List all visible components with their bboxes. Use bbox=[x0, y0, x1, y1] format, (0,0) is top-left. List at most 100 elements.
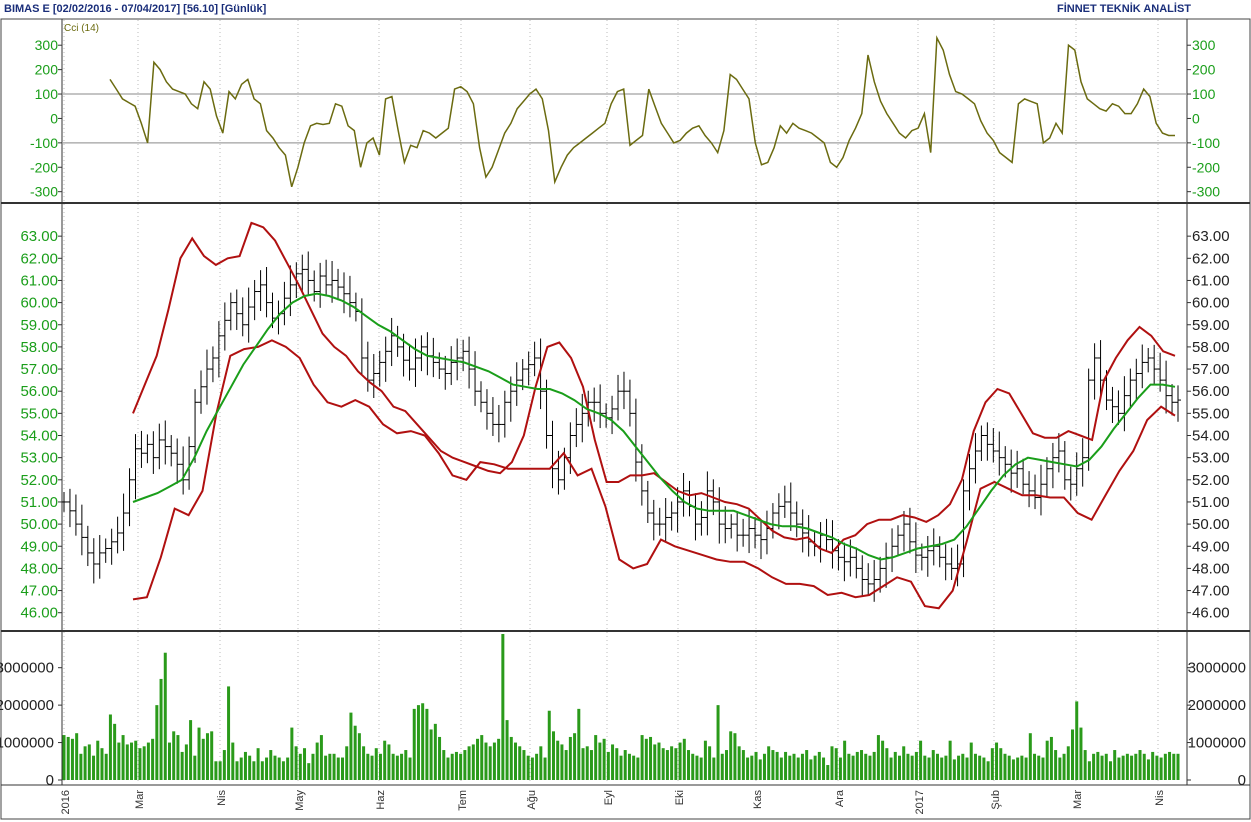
volume-bar bbox=[1049, 736, 1053, 780]
volume-bar bbox=[767, 746, 771, 780]
x-tick-label: Nis bbox=[216, 790, 228, 806]
price-ytick-label-right: 51.00 bbox=[1192, 494, 1230, 511]
volume-bar bbox=[96, 740, 100, 780]
x-tick-label: Şub bbox=[990, 790, 1002, 810]
volume-bar bbox=[986, 761, 990, 780]
cci-ytick-label-right: 300 bbox=[1192, 37, 1216, 53]
volume-bar bbox=[252, 761, 256, 780]
stock-chart: Cci (14) 300 300 200 200 100 100 0 0 -100 -100 -200… bbox=[0, 18, 1251, 820]
volume-bar bbox=[332, 753, 336, 780]
volume-bar bbox=[978, 755, 982, 780]
volume-bar bbox=[952, 759, 956, 780]
volume-bar bbox=[387, 744, 391, 780]
cci-ytick-label-right: 200 bbox=[1192, 62, 1216, 78]
volume-ytick-label-left: 3000000 bbox=[0, 660, 54, 677]
volume-bar bbox=[935, 753, 939, 780]
price-ytick-label-right: 47.00 bbox=[1192, 583, 1230, 600]
price-ytick-label-left: 57.00 bbox=[20, 361, 58, 378]
volume-bar bbox=[826, 765, 830, 780]
volume-bar bbox=[990, 748, 994, 780]
volume-bar bbox=[611, 744, 615, 780]
volume-bar bbox=[239, 757, 243, 780]
volume-bar bbox=[522, 750, 526, 780]
volume-ytick-label-right: 0 bbox=[1238, 772, 1246, 789]
volume-bar bbox=[788, 755, 792, 780]
volume-bar bbox=[1058, 757, 1062, 780]
volume-bar bbox=[210, 731, 214, 780]
x-tick-label: Ağu bbox=[526, 790, 538, 810]
volume-bar bbox=[121, 735, 125, 780]
cci-ytick-label-right: 100 bbox=[1192, 86, 1216, 102]
volume-bar bbox=[362, 746, 366, 780]
volume-ytick-label-right: 3000000 bbox=[1188, 660, 1246, 677]
volume-bar bbox=[277, 757, 281, 780]
x-tick-label: Mar bbox=[134, 790, 146, 809]
volume-bar bbox=[665, 750, 669, 780]
volume-bar bbox=[383, 740, 387, 780]
volume-bar bbox=[412, 708, 416, 780]
volume-bar bbox=[311, 753, 315, 780]
volume-bar bbox=[265, 757, 269, 780]
volume-bar bbox=[754, 751, 758, 780]
x-tick-label: 2017 bbox=[914, 790, 926, 814]
volume-bar bbox=[1083, 750, 1087, 780]
volume-bar bbox=[973, 753, 977, 780]
cci-line bbox=[109, 35, 1175, 188]
volume-bar bbox=[771, 750, 775, 780]
volume-bar bbox=[117, 742, 121, 780]
volume-bar bbox=[1155, 755, 1159, 780]
volume-bar bbox=[547, 710, 551, 780]
price-ytick-label-right: 55.00 bbox=[1192, 405, 1230, 422]
volume-bar bbox=[83, 746, 87, 780]
price-ytick-label-right: 60.00 bbox=[1192, 295, 1230, 312]
volume-bar bbox=[108, 714, 112, 780]
volume-bar bbox=[636, 757, 640, 780]
volume-bar bbox=[805, 750, 809, 780]
volume-bar bbox=[286, 757, 290, 780]
volume-bar bbox=[256, 748, 260, 780]
volume-bar bbox=[514, 742, 518, 780]
volume-bar bbox=[75, 733, 79, 780]
outer-frame bbox=[0, 18, 1251, 820]
volume-bar bbox=[425, 708, 429, 780]
volume-bar bbox=[307, 763, 311, 780]
volume-bar bbox=[969, 742, 973, 780]
volume-bar bbox=[893, 751, 897, 780]
price-ytick-label-left: 58.00 bbox=[20, 339, 58, 356]
volume-bar bbox=[193, 755, 197, 780]
volume-bar bbox=[463, 750, 467, 780]
volume-bar bbox=[429, 729, 433, 780]
volume-bar bbox=[1168, 751, 1172, 780]
volume-bar bbox=[328, 753, 332, 780]
volume-bar bbox=[746, 757, 750, 780]
volume-bar bbox=[822, 757, 826, 780]
volume-bar bbox=[632, 755, 636, 780]
volume-bar bbox=[345, 746, 349, 780]
volume-bar bbox=[526, 755, 530, 780]
volume-ytick-label-left: 2000000 bbox=[0, 697, 54, 714]
volume-bar bbox=[1028, 733, 1032, 780]
volume-bar bbox=[1104, 753, 1108, 780]
volume-bar bbox=[480, 735, 484, 780]
volume-bar bbox=[1037, 755, 1041, 780]
volume-bar bbox=[509, 736, 513, 780]
volume-bar bbox=[142, 746, 146, 780]
cci-ytick-label-left: 100 bbox=[35, 86, 59, 102]
volume-bar bbox=[421, 703, 425, 780]
x-tick-label: Ara bbox=[834, 789, 846, 807]
volume-bar bbox=[1020, 755, 1024, 780]
volume-bar bbox=[100, 748, 104, 780]
panel-frames bbox=[0, 18, 1251, 820]
volume-bar bbox=[762, 753, 766, 780]
volume-bar bbox=[231, 742, 235, 780]
volume-bar bbox=[813, 755, 817, 780]
price-ytick-label-left: 62.00 bbox=[20, 250, 58, 267]
volume-bar bbox=[1045, 740, 1049, 780]
volume-bar bbox=[568, 736, 572, 780]
volume-bar bbox=[450, 753, 454, 780]
volume-bar bbox=[341, 757, 344, 780]
volume-bar bbox=[982, 757, 986, 780]
volume-bar bbox=[167, 742, 171, 780]
volume-bar bbox=[539, 746, 543, 780]
volume-bar bbox=[855, 751, 859, 780]
